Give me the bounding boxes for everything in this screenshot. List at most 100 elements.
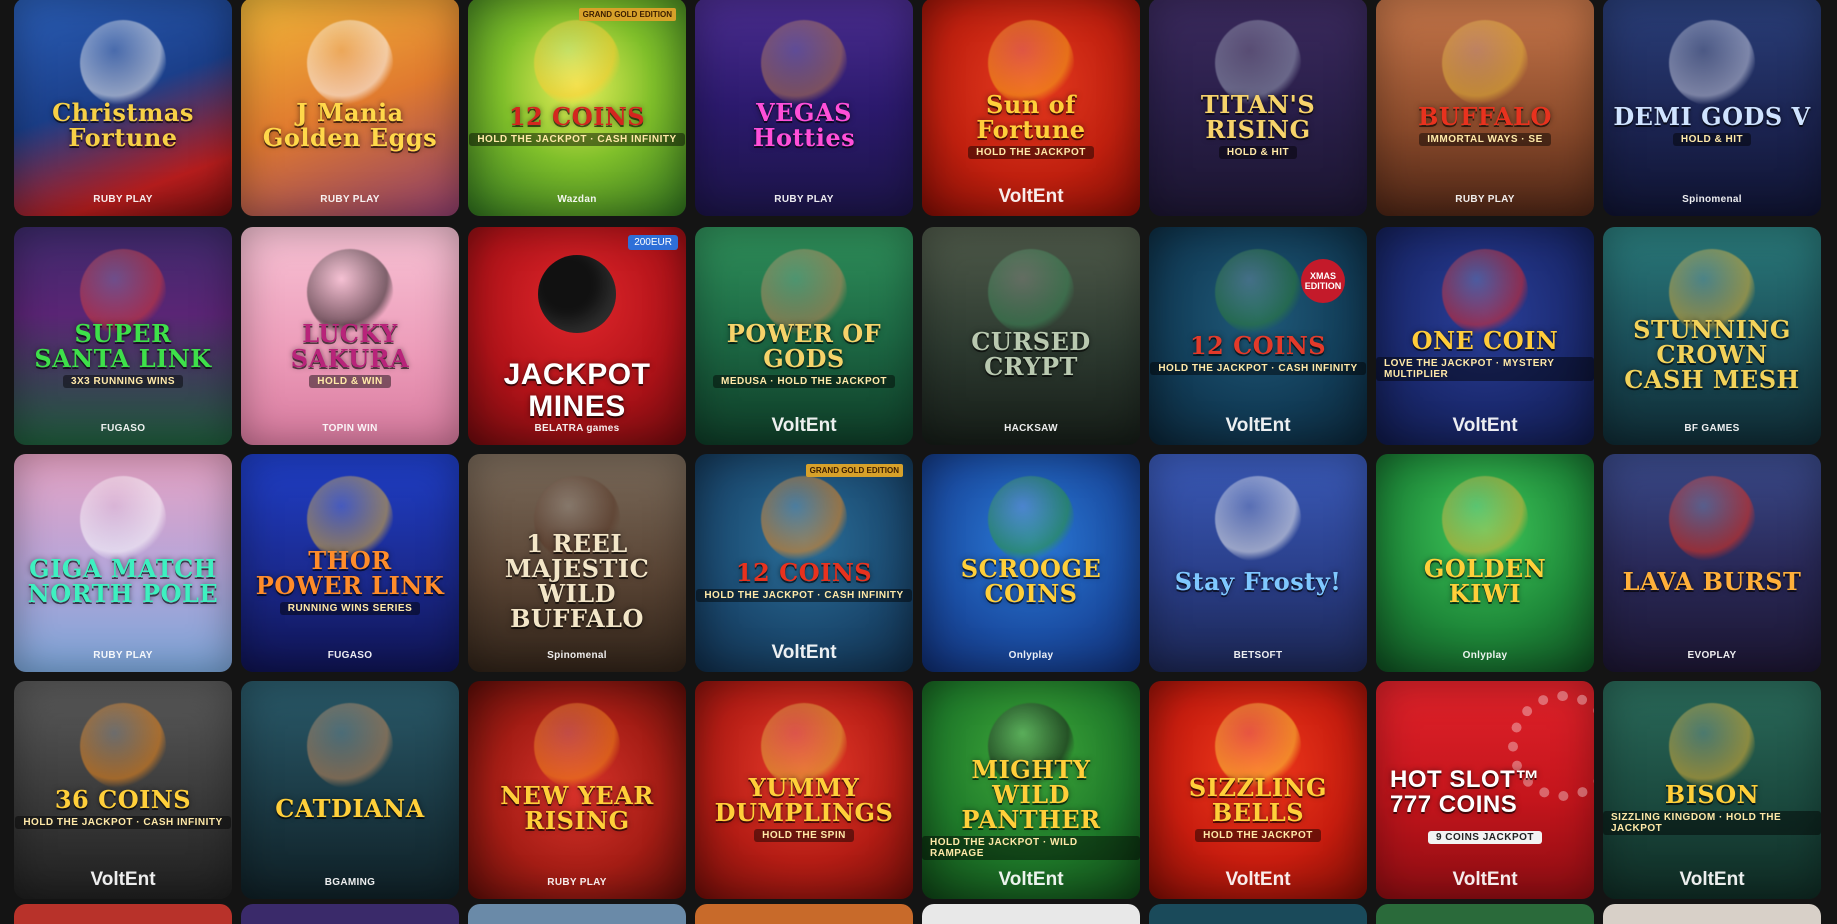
provider-logo: RUBY PLAY [774,194,834,205]
game-tile-partial[interactable] [1603,904,1821,924]
stake-badge: 200EUR [628,235,678,250]
game-tile[interactable]: 1 REEL MAJESTIC WILD BUFFALO Spinomenal [468,454,686,672]
game-tile[interactable]: STUNNING CROWN CASH MESH BF GAMES [1603,227,1821,445]
game-tile[interactable]: SIZZLING BELLS HOLD THE JACKPOT VoltEnt [1149,681,1367,899]
game-art [1669,703,1755,789]
provider-logo: Wazdan [557,194,597,205]
game-title: SCROOGE COINS [960,554,1102,608]
provider-logo: Spinomenal [1682,194,1742,205]
game-tile[interactable]: POWER OF GODS MEDUSA · HOLD THE JACKPOT Vo… [695,227,913,445]
game-tile[interactable]: BISON SIZZLING KINGDOM · HOLD THE JACKPOT… [1603,681,1821,899]
game-title: GIGA MATCH NORTH POLE [27,554,219,608]
game-tile-partial[interactable] [14,904,232,924]
game-subtitle: 3X3 RUNNING WINS [62,374,184,388]
game-tile[interactable]: DEMI GODS V HOLD & HIT Spinomenal [1603,0,1821,216]
game-title: DEMI GODS V [1613,102,1811,131]
game-title: YUMMY DUMPLINGS [714,772,894,827]
game-tile[interactable]: THOR POWER LINK RUNNING WINS SERIES FUGASO [241,454,459,672]
game-title: 36 COINS [54,785,192,814]
game-subtitle: HOLD THE JACKPOT [1195,828,1321,842]
game-tile[interactable]: CURSED CRYPT HACKSAW [922,227,1140,445]
game-art [1215,476,1301,562]
provider-logo: EVOPLAY [1687,650,1737,661]
game-title: 12 COINS [735,558,873,587]
game-title: ONE COIN [1411,325,1559,355]
game-title: SUPER SANTA LINK [34,318,212,373]
provider-logo: BETSOFT [1233,650,1283,661]
game-art [80,20,166,106]
provider-logo: RUBY PLAY [1455,194,1515,205]
game-art [1442,249,1528,335]
game-subtitle: HOLD & WIN [309,374,391,388]
game-title: CURSED CRYPT [971,327,1091,381]
game-tile[interactable]: Christmas Fortune RUBY PLAY [14,0,232,216]
provider-logo: VoltEnt [771,415,837,436]
game-art [1442,20,1528,106]
game-subtitle: IMMORTAL WAYS · SE [1419,133,1551,146]
game-tile-partial[interactable] [1376,904,1594,924]
game-art [307,20,393,106]
game-tile[interactable]: 12 COINS HOLD THE JACKPOT · CASH INFINITY… [468,0,686,216]
game-tile[interactable]: CATDIANA BGAMING [241,681,459,899]
game-tile-partial[interactable] [241,904,459,924]
game-subtitle: MEDUSA · HOLD THE JACKPOT [712,374,896,388]
game-title: NEW YEAR RISING [500,781,654,835]
game-art [307,703,393,789]
game-tile[interactable]: Sun of Fortune HOLD THE JACKPOT VoltEnt [922,0,1140,216]
game-tile[interactable]: 12 COINS HOLD THE JACKPOT · CASH INFINITY… [1149,227,1367,445]
game-tile[interactable]: ONE COIN LOVE THE JACKPOT · MYSTERY MULTI… [1376,227,1594,445]
game-subtitle: HOLD & HIT [1672,133,1752,146]
provider-logo: RUBY PLAY [320,194,380,205]
game-tile-partial[interactable] [468,904,686,924]
provider-logo: VoltEnt [1679,869,1745,890]
game-tile[interactable]: J Mania Golden Eggs RUBY PLAY [241,0,459,216]
game-title: CATDIANA [275,793,425,823]
provider-logo: BELATRA games [534,423,620,434]
game-title: 12 COINS [1189,331,1327,360]
game-tile[interactable]: JACKPOT MINES BELATRA games 200EUR [468,227,686,445]
game-title: VEGAS Hotties [752,98,856,152]
provider-logo: TOPIN WIN [322,423,378,434]
game-title: Stay Frosty! [1174,566,1342,596]
game-title: BUFFALO [1418,102,1552,131]
game-tile[interactable]: LUCKY SAKURA HOLD & WIN TOPIN WIN [241,227,459,445]
game-tile-partial[interactable] [695,904,913,924]
game-art [988,476,1074,562]
provider-logo: Onlyplay [1008,650,1054,661]
game-art [761,20,847,106]
game-tile[interactable]: 36 COINS HOLD THE JACKPOT · CASH INFINITY… [14,681,232,899]
game-tile[interactable]: TITAN'S RISING HOLD & HIT [1149,0,1367,216]
game-tile[interactable]: GOLDEN KIWI Onlyplay [1376,454,1594,672]
game-title: Sun of Fortune [976,89,1086,144]
provider-logo: VoltEnt [1225,415,1291,436]
game-art [1442,476,1528,562]
game-tile[interactable]: 12 COINS HOLD THE JACKPOT · CASH INFINITY… [695,454,913,672]
game-tile[interactable]: MIGHTY WILD PANTHER HOLD THE JACKPOT · WI… [922,681,1140,899]
provider-logo: Spinomenal [547,650,607,661]
game-title: LUCKY SAKURA [290,318,410,373]
game-tile[interactable]: BUFFALO IMMORTAL WAYS · SE RUBY PLAY [1376,0,1594,216]
game-tile[interactable]: HOT SLOT™ 777 COINS 9 COINS JACKPOT VoltEn… [1376,681,1594,899]
game-tile[interactable]: SUPER SANTA LINK 3X3 RUNNING WINS FUGASO [14,227,232,445]
provider-logo: Onlyplay [1462,650,1508,661]
game-subtitle: HOLD & HIT [1218,145,1298,159]
game-subtitle: RUNNING WINS SERIES [279,601,421,615]
game-tile-partial[interactable] [1149,904,1367,924]
game-tile[interactable]: NEW YEAR RISING RUBY PLAY [468,681,686,899]
provider-logo: VoltEnt [998,186,1064,207]
game-tile-partial[interactable] [922,904,1140,924]
game-title: THOR POWER LINK [255,545,445,600]
game-title: 1 REEL MAJESTIC WILD BUFFALO [504,529,650,633]
provider-logo: BGAMING [324,877,376,888]
game-tile[interactable]: LAVA BURST EVOPLAY [1603,454,1821,672]
game-subtitle: HOLD THE JACKPOT · WILD RAMPAGE [922,835,1140,860]
games-grid: Christmas Fortune RUBY PLAY J Mania Golden… [14,0,1821,899]
game-tile[interactable]: VEGAS Hotties RUBY PLAY [695,0,913,216]
provider-logo: VoltEnt [771,642,837,663]
provider-logo: FUGASO [327,650,373,661]
game-tile[interactable]: SCROOGE COINS Onlyplay [922,454,1140,672]
game-tile[interactable]: GIGA MATCH NORTH POLE RUBY PLAY [14,454,232,672]
game-tile[interactable]: YUMMY DUMPLINGS HOLD THE SPIN [695,681,913,899]
game-art [1669,20,1755,106]
game-tile[interactable]: Stay Frosty! BETSOFT [1149,454,1367,672]
